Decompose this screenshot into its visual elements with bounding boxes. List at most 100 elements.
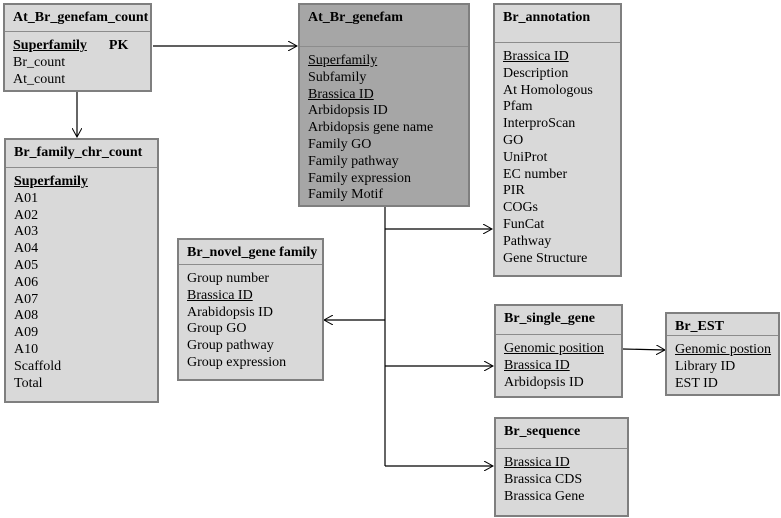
field-name: At Homologous [503,82,593,98]
entity-title: Br_EST [667,314,778,336]
field-name: A10 [14,341,39,357]
entity-fields: Genomic position Brassica ID Arbidopsis ID [496,335,621,391]
field-name: FunCat [503,216,545,232]
entity-fields: Superfamily A01 A02 A03 A04 A05 A06 A07 A08 A09 A1… [6,168,157,392]
entity-field: COGs [503,200,620,217]
field-name: Group number [187,271,270,286]
field-name: Total [14,375,43,391]
entity-field: Description [503,66,620,83]
field-name: Family Motif [308,187,384,203]
entity-field: Scaffold [14,359,157,376]
entity-field: Family Motif [308,187,468,204]
field-name: EC number [503,166,568,182]
entity-fields: Group number Brassica ID Arabidopsis ID Gro… [179,265,322,372]
entity-field: A05 [14,258,157,275]
field-name: InterproScan [503,116,576,132]
entity-field: Brassica Gene [504,489,627,506]
entity-br-single-gene: Br_single_gene Genomic position Brassica I… [494,304,623,398]
entity-field: Arbidopsis gene name [308,120,468,137]
field-name: A03 [14,224,39,240]
entity-field: A09 [14,325,157,342]
field-name: PIR [503,183,525,199]
entity-field: Brassica ID [504,455,627,472]
field-name: Gene Structure [503,250,588,266]
entity-title: At_Br_genefam [300,5,468,47]
field-name: Scaffold [14,358,62,374]
entity-field: Brassica ID [503,49,620,66]
field-name: GO [503,132,524,148]
field-name: Family expression [308,170,412,186]
entity-field: A08 [14,308,157,325]
entity-field: Family expression [308,171,468,188]
entity-field: A01 [14,191,157,208]
field-name: Arbidopsis gene name [308,120,434,136]
field-name: Brassica Gene [504,488,585,504]
entity-field: Arabidopsis ID [187,305,322,322]
field-name: Library ID [675,358,736,374]
entity-field: Genomic position [504,341,621,358]
entity-title: Br_single_gene [496,306,621,335]
entity-field: PIR [503,183,620,200]
entity-field: Superfamily [308,53,468,70]
field-name: Brassica ID [187,287,253,303]
entity-field: UniProt [503,150,620,167]
field-name: A07 [14,291,39,307]
field-name: Arabidopsis ID [187,304,273,320]
field-name: Brassica ID [504,455,570,470]
field-name: Group pathway [187,338,274,354]
field-name: Family GO [308,136,372,152]
field-name: Superfamily [308,53,378,68]
entity-field: A04 [14,241,157,258]
entity-field: A10 [14,342,157,359]
entity-field: FunCat [503,217,620,234]
field-name: A09 [14,325,39,341]
entity-field: Family GO [308,137,468,154]
entity-field: Group GO [187,321,322,338]
entity-title: Br_family_chr_count [6,140,157,168]
field-name: Group GO [187,321,247,337]
entity-field: Gene Structure [503,251,620,268]
entity-field: A07 [14,292,157,309]
field-name: Subfamily [308,69,367,85]
entity-field: EC number [503,167,620,184]
entity-field: Pfam [503,99,620,116]
entity-title: Br_sequence [496,419,627,449]
field-name: Br_count [13,54,66,70]
field-name: A01 [14,190,39,206]
field-name: Brassica ID [308,86,374,102]
entity-field: Family pathway [308,154,468,171]
field-name: Description [503,65,569,81]
entity-title: At_Br_genefam_count [5,5,150,32]
entity-field: InterproScan [503,116,620,133]
entity-field: A03 [14,224,157,241]
field-name: Genomic position [504,341,604,356]
entity-fields: Brassica ID Brassica CDS Brassica Gene [496,449,627,505]
entity-title: Br_annotation [495,5,620,43]
entity-field: Arbidopsis ID [308,103,468,120]
entity-field: At Homologous [503,83,620,100]
entity-field: Pathway [503,234,620,251]
entity-fields: Brassica ID Description At Homologous Pfam I… [495,43,620,267]
entity-field: Arbidopsis ID [504,375,621,392]
entity-field: Superfamily PK [13,38,150,55]
entity-field: Br_count [13,55,150,72]
field-name: A08 [14,308,39,324]
entity-fields: Genomic postion Library ID EST ID [667,336,778,392]
entity-br-novel-gene-family: Br_novel_gene family Group number Brassica… [177,238,324,381]
field-name: Family pathway [308,153,399,169]
entity-at-br-genefam-count: At_Br_genefam_count Superfamily PK Br_count… [3,3,152,92]
entity-field: Group expression [187,355,322,372]
field-name: Arbidopsis ID [504,374,584,390]
field-name: Group expression [187,354,287,370]
entity-field: Subfamily [308,70,468,87]
field-name: Pfam [503,99,533,115]
entity-field: Group pathway [187,338,322,355]
field-name: A05 [14,257,39,273]
entity-br-family-chr-count: Br_family_chr_count Superfamily A01 A02 A03 A… [4,138,159,403]
field-name: Superfamily [14,174,88,189]
field-name: At_count [13,71,66,87]
field-name: UniProt [503,149,548,165]
entity-field: GO [503,133,620,150]
entity-field: Brassica CDS [504,472,627,489]
arrow-single-to-est [622,349,665,350]
